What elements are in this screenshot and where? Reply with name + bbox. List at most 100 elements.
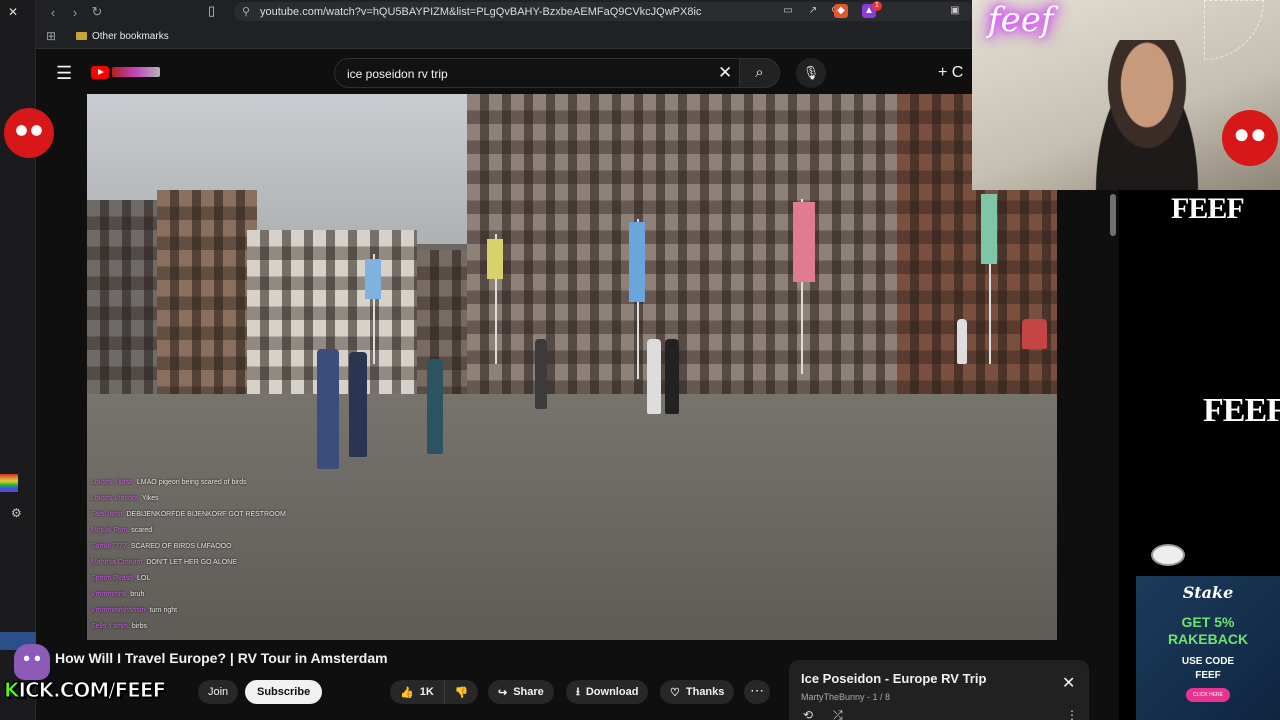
chat-message: Falsl Ismit DEBIJENKORFDE BIJENKORF GOT R… bbox=[87, 506, 347, 522]
playlist-panel: Ice Poseidon - Europe RV Trip MartyTheBu… bbox=[789, 660, 1089, 720]
thanks-icon: ♡ bbox=[670, 686, 680, 699]
chat-message: Samuf7777 SCARED OF BIRDS LMFAOOO bbox=[87, 538, 347, 554]
bookmark-folder-label: Other bookmarks bbox=[92, 30, 169, 42]
voice-search-button[interactable]: 🎙 bbox=[796, 58, 826, 88]
spiderman-icon bbox=[4, 108, 54, 158]
share-icon[interactable]: ↗ bbox=[806, 4, 820, 18]
flag bbox=[487, 239, 503, 279]
forward-icon[interactable]: › bbox=[64, 5, 86, 20]
chat-username: Vmmmmmhshsm bbox=[91, 606, 146, 614]
pedestrian bbox=[647, 339, 661, 414]
shuffle-icon[interactable]: ⤮ bbox=[833, 708, 843, 720]
chat-text: birbs bbox=[131, 622, 148, 630]
microphone-icon: 🎙 bbox=[802, 65, 820, 80]
chat-username: Sells Ysmm bbox=[91, 622, 128, 630]
stake-logo: Stake bbox=[1182, 583, 1234, 602]
stake-cta-button[interactable]: CLICK HERE bbox=[1186, 688, 1230, 702]
thanks-button[interactable]: ♡ Thanks bbox=[660, 680, 735, 704]
kick-text: ICK.COM/FEEF bbox=[18, 678, 167, 703]
clear-search-icon[interactable]: ✕ bbox=[718, 63, 732, 83]
share-icon: ↪ bbox=[498, 686, 508, 699]
chat-username: Migual Fsm bbox=[91, 526, 128, 534]
chat-username: Samuf7777 bbox=[91, 542, 127, 550]
menu-icon[interactable]: ☰ bbox=[56, 63, 72, 84]
join-button[interactable]: Join bbox=[198, 680, 239, 704]
like-button[interactable]: 👍 1K bbox=[390, 680, 444, 704]
stake-code: FEEF bbox=[1195, 670, 1221, 681]
back-icon[interactable]: ‹ bbox=[42, 5, 64, 20]
bookmark-icon[interactable]: ▯ bbox=[208, 3, 215, 19]
sidebar-toggle-icon[interactable]: ▣ bbox=[948, 4, 962, 18]
brave-shield-icon[interactable]: ◆ bbox=[834, 4, 848, 18]
share-button[interactable]: ↪ Share bbox=[488, 680, 554, 704]
download-button[interactable]: ⭳ Download bbox=[566, 680, 649, 704]
chat-username: Falsl Ismit bbox=[91, 510, 123, 518]
site-info-icon[interactable]: ⚲ bbox=[242, 5, 250, 18]
video-title: How Will I Travel Europe? | RV Tour in A… bbox=[55, 650, 388, 666]
create-button[interactable]: + C bbox=[938, 64, 963, 82]
chat-text: SCARED OF BIRDS LMFAOOO bbox=[130, 542, 232, 550]
page-scrollbar[interactable] bbox=[1107, 190, 1119, 720]
chat-message: Vmmmmmhshsm turn right bbox=[87, 602, 347, 618]
close-playlist-icon[interactable]: ✕ bbox=[1062, 673, 1075, 693]
download-icon: ⭳ bbox=[576, 685, 580, 698]
loop-icon[interactable]: ⟲ bbox=[803, 708, 813, 720]
streamer-webcam: feef bbox=[972, 0, 1280, 190]
chat-text: bruh bbox=[130, 590, 145, 598]
chat-username: Mahhsa Cmnam bbox=[91, 558, 143, 566]
pedestrian bbox=[317, 349, 339, 469]
screen: ✕ ⚙ ‹ › ↻ ▯ ⚲ youtube.com/watch?v=hQU5BA… bbox=[0, 0, 1280, 720]
chat-message: Vmmmmns bruh bbox=[87, 586, 347, 602]
stake-ad[interactable]: Stake GET 5% RAKEBACK USE CODE FEEF CLIC… bbox=[1136, 576, 1280, 720]
pedestrian bbox=[957, 319, 967, 364]
close-icon[interactable]: ✕ bbox=[8, 5, 18, 19]
streamer bbox=[1082, 40, 1212, 190]
chat-message: Lousm Vraxom Yikes bbox=[87, 490, 347, 506]
chat-message: Spmm Rvasd LOL bbox=[87, 570, 347, 586]
search-button[interactable]: ⌕ bbox=[740, 58, 780, 88]
youtube-logo[interactable] bbox=[91, 66, 109, 79]
chat-text: scared bbox=[131, 526, 153, 534]
more-actions-button[interactable]: ⋯ bbox=[744, 680, 770, 704]
browser-toolbar: ‹ › ↻ ▯ ⚲ youtube.com/watch?v=hQU5BAYPIZ… bbox=[36, 0, 974, 24]
scrollbar-thumb[interactable] bbox=[1110, 194, 1116, 236]
bookmark-folder[interactable]: Other bookmarks bbox=[66, 31, 169, 42]
gear-icon[interactable]: ⚙ bbox=[11, 506, 22, 520]
reload-icon[interactable]: ↻ bbox=[86, 4, 108, 20]
folder-icon bbox=[76, 32, 87, 40]
search-icon: ⌕ bbox=[755, 64, 764, 81]
thumbs-up-icon: 👍 bbox=[400, 686, 414, 699]
extension-badge: 1 bbox=[872, 1, 882, 11]
like-dislike-group: 👍 1K 👎 bbox=[390, 680, 479, 704]
stream-chat-overlay: Lousm Yllasa LMAO pigeon being scared of … bbox=[87, 474, 347, 634]
youtube-wordmark[interactable] bbox=[112, 67, 160, 77]
playlist-menu-icon[interactable]: ⋮ bbox=[1066, 708, 1078, 720]
subscribe-button[interactable]: Subscribe bbox=[245, 680, 323, 704]
chat-text: DEBIJENKORFDE BIJENKORF GOT RESTROOM bbox=[126, 510, 286, 518]
stake-promo: GET 5% RAKEBACK bbox=[1136, 614, 1280, 648]
chat-username: Lousm Yllasa bbox=[91, 478, 133, 486]
feef-logo-text: FEEF bbox=[1203, 392, 1280, 429]
cast-icon[interactable]: ▭ bbox=[781, 4, 795, 18]
playlist-subtitle: MartyTheBunny - 1 / 8 bbox=[801, 692, 891, 702]
video-player[interactable]: Lousm Yllasa LMAO pigeon being scared of … bbox=[87, 94, 1057, 640]
neon-sign: feef bbox=[988, 0, 1054, 40]
chat-text: turn right bbox=[149, 606, 178, 614]
playlist-title[interactable]: Ice Poseidon - Europe RV Trip bbox=[801, 671, 986, 686]
chat-message: Mahhsa Cmnam DON'T LET HER GO ALONE bbox=[87, 554, 347, 570]
spider-web-icon bbox=[1204, 0, 1264, 60]
chat-message: Migual Fsm scared bbox=[87, 522, 347, 538]
dislike-button[interactable]: 👎 bbox=[443, 680, 479, 704]
apps-grid-icon[interactable]: ⊞ bbox=[36, 29, 66, 43]
share-label: Share bbox=[513, 686, 544, 698]
stake-promo-line2: RAKEBACK bbox=[1167, 631, 1249, 647]
pedestrian bbox=[665, 339, 679, 414]
search-input[interactable]: ice poseidon rv trip ✕ bbox=[334, 58, 740, 88]
download-group: ⭳ Download bbox=[566, 680, 649, 704]
chat-username: Vmmmmns bbox=[91, 590, 127, 598]
pedestrian bbox=[427, 359, 443, 454]
feef-logo-text: FEEF bbox=[1171, 192, 1245, 225]
pedestrian bbox=[349, 352, 367, 457]
rainbow-icon bbox=[0, 474, 18, 492]
kick-prefix: K bbox=[4, 678, 20, 703]
